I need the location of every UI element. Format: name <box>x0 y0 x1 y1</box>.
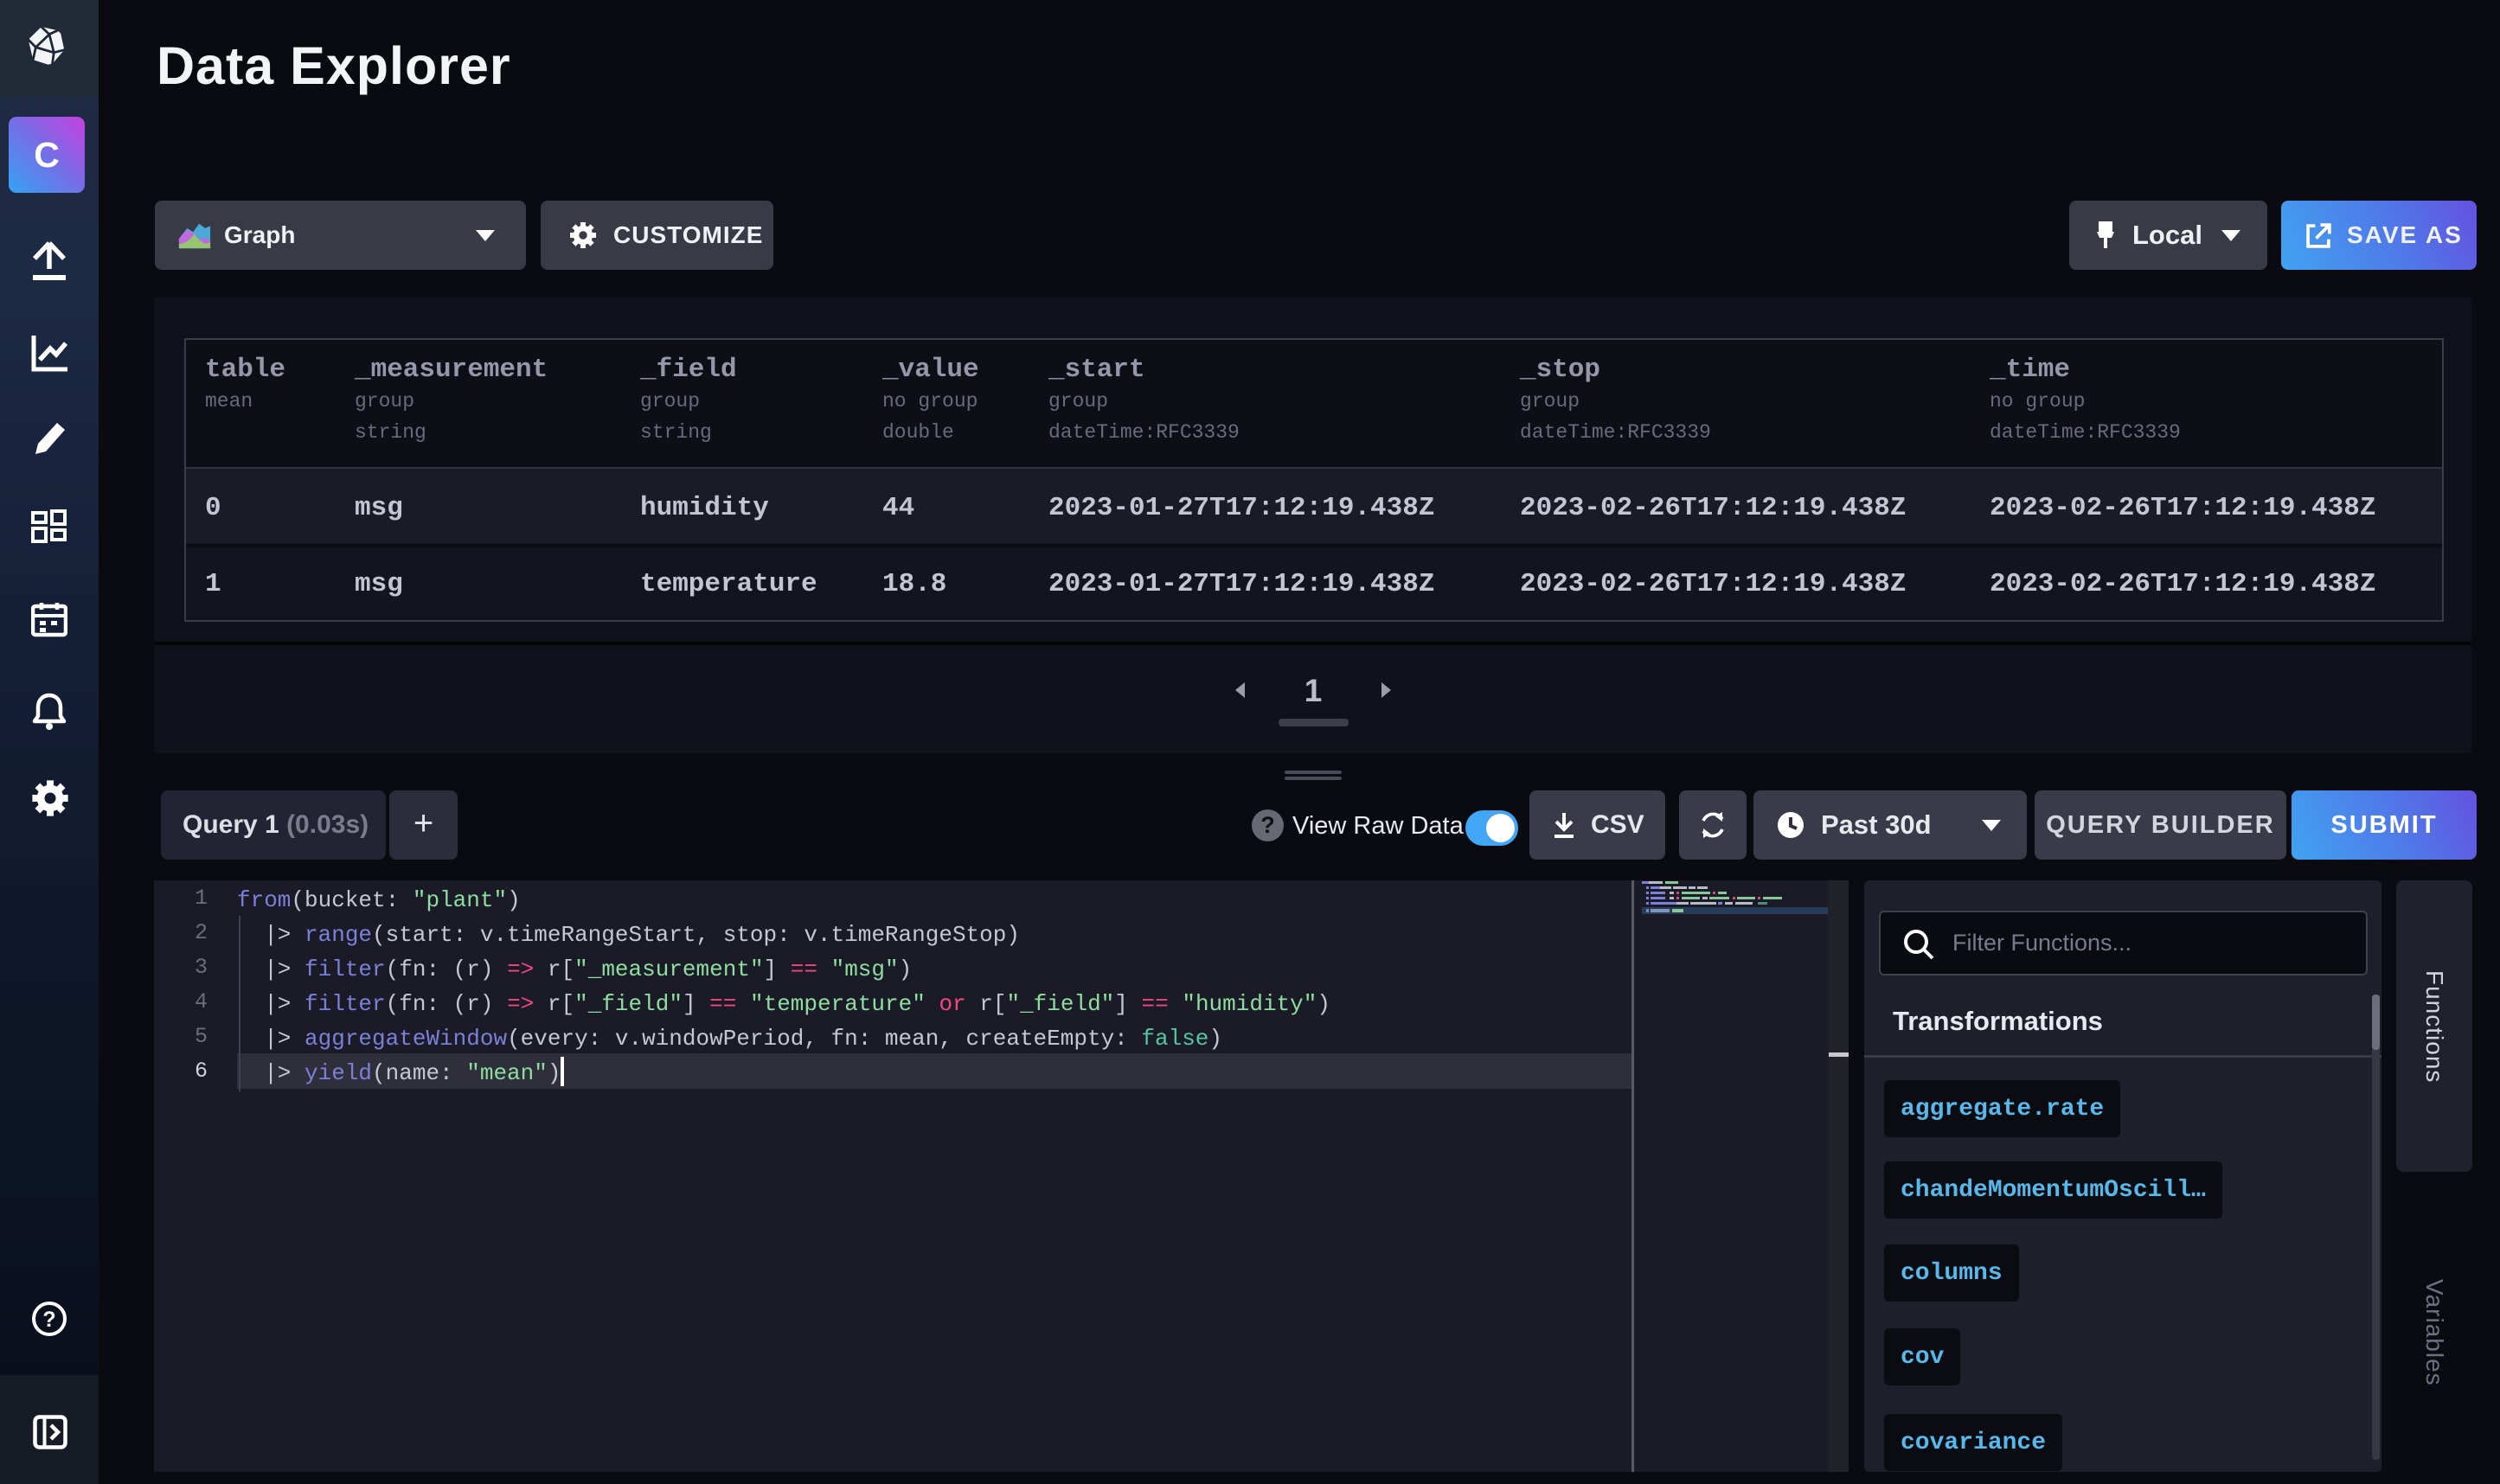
svg-text:?: ? <box>42 1308 55 1332</box>
